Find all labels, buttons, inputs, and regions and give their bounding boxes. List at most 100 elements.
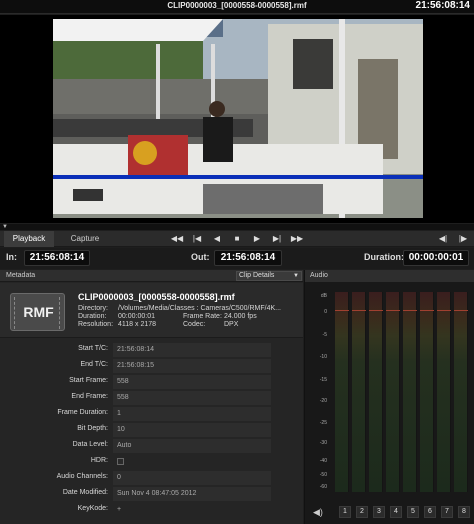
clip-summary: RMF CLIP0000003_[0000558-0000558].rmf Di… xyxy=(0,283,303,338)
field-value[interactable]: 1 xyxy=(113,407,271,421)
field-value[interactable]: 0 xyxy=(113,471,271,485)
field-label: Bit Depth: xyxy=(77,425,108,432)
db-label: -20 xyxy=(319,398,327,404)
tabs-toolbar: Playback Capture ◀◀ |◀ ◀ ■ ▶ ▶| ▶▶ ◀| |▶ xyxy=(0,231,474,247)
field-end-tc: End T/C: 21:56:08:15 xyxy=(0,359,303,373)
directory-label: Directory: xyxy=(78,305,108,312)
db-label: dB xyxy=(320,293,327,299)
field-label: Frame Duration: xyxy=(57,409,108,416)
clip-details-label: Clip Details xyxy=(239,272,275,279)
audio-meter xyxy=(437,292,451,492)
chevron-down-icon: ▼ xyxy=(293,273,299,279)
field-label: Date Modified: xyxy=(62,489,108,496)
db-label: -25 xyxy=(319,420,327,426)
field-label: HDR: xyxy=(90,457,108,464)
field-value[interactable]: 21:56:08:15 xyxy=(113,359,271,373)
db-label: -10 xyxy=(319,354,327,360)
field-label: Start T/C: xyxy=(78,345,108,352)
timecode-bar: In: 21:56:08:14 Out: 21:56:08:14 Duratio… xyxy=(0,248,474,269)
audio-meter xyxy=(335,292,349,492)
field-label: End Frame: xyxy=(71,393,108,400)
audio-meter xyxy=(352,292,366,492)
audio-meter xyxy=(420,292,434,492)
video-frame-image xyxy=(53,19,423,218)
channel-button-8[interactable]: 8 xyxy=(458,506,470,518)
step-back-icon[interactable]: ◀ xyxy=(208,231,226,247)
db-label: -60 xyxy=(319,484,327,490)
codec-value: DPX xyxy=(224,321,239,328)
stop-icon[interactable]: ■ xyxy=(228,231,246,247)
panel-divider[interactable]: ▼ xyxy=(0,224,474,230)
field-label: Audio Channels: xyxy=(56,473,108,480)
video-viewer[interactable] xyxy=(0,15,474,223)
field-bit-depth: Bit Depth: 10 xyxy=(0,423,303,437)
audio-title: Audio xyxy=(310,272,328,279)
channel-button-1[interactable]: 1 xyxy=(339,506,351,518)
tab-playback[interactable]: Playback xyxy=(4,231,54,247)
channel-button-7[interactable]: 7 xyxy=(441,506,453,518)
collapse-triangle-icon[interactable]: ▼ xyxy=(2,224,8,230)
field-audio-channels: Audio Channels: 0 xyxy=(0,471,303,485)
mark-in-icon[interactable]: ◀| xyxy=(434,231,452,247)
mark-out-icon[interactable]: |▶ xyxy=(454,231,472,247)
rmf-file-icon: RMF xyxy=(10,293,65,331)
db-label: -50 xyxy=(319,472,327,478)
in-timecode[interactable]: 21:56:08:14 xyxy=(24,250,90,266)
duration-detail-label: Duration: xyxy=(78,313,107,320)
frame-rate-value: 24.000 fps xyxy=(224,313,257,320)
window-title: CLIP0000003_[0000558-0000558].rmf xyxy=(167,1,307,10)
field-end-frame: End Frame: 558 xyxy=(0,391,303,405)
out-timecode[interactable]: 21:56:08:14 xyxy=(214,250,282,266)
channel-button-6[interactable]: 6 xyxy=(424,506,436,518)
fast-forward-icon[interactable]: ▶▶ xyxy=(288,231,306,247)
field-start-frame: Start Frame: 558 xyxy=(0,375,303,389)
audio-meter xyxy=(369,292,383,492)
metadata-header: Metadata Clip Details ▼ xyxy=(0,270,303,282)
audio-meters xyxy=(335,292,473,502)
rmf-icon-text: RMF xyxy=(23,304,54,320)
out-label: Out: xyxy=(191,252,210,262)
audio-meter xyxy=(454,292,468,492)
audio-panel: Audio dB 0 -5 -10 -15 -20 -25 -30 -40 -5… xyxy=(304,270,474,524)
tab-capture[interactable]: Capture xyxy=(58,231,112,247)
field-frame-duration: Frame Duration: 1 xyxy=(0,407,303,421)
field-value[interactable]: + xyxy=(113,503,271,517)
audio-header: Audio xyxy=(305,270,474,282)
field-value[interactable]: 10 xyxy=(113,423,271,437)
title-bar: CLIP0000003_[0000558-0000558].rmf 21:56:… xyxy=(0,0,474,14)
channel-button-5[interactable]: 5 xyxy=(407,506,419,518)
field-date-modified: Date Modified: Sun Nov 4 08:47:05 2012 xyxy=(0,487,303,501)
rewind-icon[interactable]: ◀◀ xyxy=(168,231,186,247)
field-start-tc: Start T/C: 21:56:08:14 xyxy=(0,343,303,357)
hdr-checkbox[interactable] xyxy=(117,458,124,465)
channel-button-2[interactable]: 2 xyxy=(356,506,368,518)
field-value[interactable]: 558 xyxy=(113,391,271,405)
audio-meter xyxy=(403,292,417,492)
step-forward-icon[interactable]: ▶| xyxy=(268,231,286,247)
audio-meter xyxy=(386,292,400,492)
play-icon[interactable]: ▶ xyxy=(248,231,266,247)
field-hdr: HDR: xyxy=(0,455,303,469)
field-value[interactable]: 558 xyxy=(113,375,271,389)
speaker-icon[interactable]: ◀) xyxy=(313,507,323,518)
field-data-level: Data Level: Auto xyxy=(0,439,303,453)
clip-details-select[interactable]: Clip Details ▼ xyxy=(236,271,302,281)
db-label: 0 xyxy=(324,309,327,315)
db-label: -40 xyxy=(319,458,327,464)
metadata-title: Metadata xyxy=(6,272,36,279)
field-keykode: KeyKode: + xyxy=(0,503,303,517)
frame-rate-label: Frame Rate: xyxy=(183,313,222,320)
metadata-panel: Metadata Clip Details ▼ RMF CLIP0000003_… xyxy=(0,270,303,524)
clock-readout: 21:56:08:14 xyxy=(415,0,470,11)
field-value[interactable]: Auto xyxy=(113,439,271,453)
field-label: Data Level: xyxy=(72,441,108,448)
video-frame[interactable] xyxy=(53,19,423,218)
field-value[interactable]: Sun Nov 4 08:47:05 2012 xyxy=(113,487,271,501)
step-start-icon[interactable]: |◀ xyxy=(188,231,206,247)
field-label: End T/C: xyxy=(80,361,109,368)
field-label: Start Frame: xyxy=(69,377,108,384)
field-value[interactable]: 21:56:08:14 xyxy=(113,343,271,357)
db-label: -15 xyxy=(319,377,327,383)
channel-button-3[interactable]: 3 xyxy=(373,506,385,518)
channel-button-4[interactable]: 4 xyxy=(390,506,402,518)
